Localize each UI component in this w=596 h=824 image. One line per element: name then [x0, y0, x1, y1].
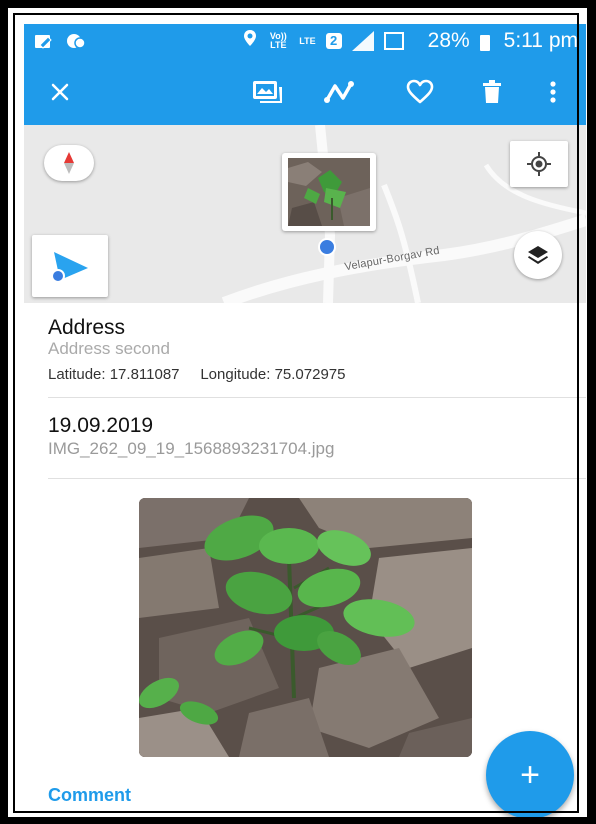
address-second: Address second — [48, 339, 170, 358]
address-title: Address — [48, 316, 126, 339]
layers-icon — [528, 246, 548, 264]
more-options-button[interactable] — [536, 59, 570, 125]
photo-filename: IMG_262_09_19_1568893231704.jpg — [48, 439, 335, 458]
coordinates: Latitude: 17.811087 Longitude: 75.072975 — [48, 366, 346, 383]
navigation-arrow-icon — [51, 252, 88, 283]
gallery-icon — [253, 81, 282, 103]
sim-slot-badge: 2 — [325, 33, 342, 49]
signal-strength-icon-2 — [383, 32, 404, 50]
close-icon — [51, 83, 69, 101]
route-icon — [324, 81, 354, 103]
status-bar: Vo)) LTE LTE 2 28% 5:11 pm — [24, 24, 586, 59]
close-button[interactable] — [38, 59, 82, 125]
map-view[interactable]: Velapur-Borgav Rd — [24, 125, 586, 303]
lte-indicator: LTE — [299, 35, 316, 46]
notification-edit-icon — [34, 32, 54, 55]
compass-icon — [64, 152, 74, 174]
navigation-mode-button[interactable] — [32, 235, 108, 297]
divider — [48, 397, 586, 398]
photo-preview[interactable] — [139, 498, 472, 757]
favorite-button[interactable] — [396, 59, 444, 125]
delete-button[interactable] — [470, 59, 514, 125]
battery-percent: 28% — [427, 29, 470, 52]
comment-link[interactable]: Comment — [48, 785, 131, 806]
photo-date: 19.09.2019 — [48, 414, 154, 437]
location-icon — [243, 29, 257, 53]
compass-button[interactable] — [44, 145, 94, 181]
app-toolbar — [24, 59, 586, 125]
divider — [48, 478, 586, 479]
signal-strength-icon — [351, 31, 374, 51]
volte-indicator: Vo)) LTE — [269, 31, 287, 50]
plant-photo — [139, 498, 472, 757]
photo-details: Address Address second Latitude: 17.8110… — [24, 303, 586, 819]
battery-icon — [479, 35, 490, 51]
location-marker-dot — [318, 238, 336, 256]
notification-chat-icon — [66, 32, 86, 55]
my-location-icon — [527, 152, 551, 176]
map-layers-button[interactable] — [514, 231, 562, 279]
photo-marker[interactable] — [282, 153, 376, 231]
clock: 5:11 pm — [503, 29, 578, 52]
delete-icon — [483, 80, 501, 103]
route-button[interactable] — [316, 59, 364, 125]
more-vert-icon — [550, 81, 556, 103]
my-location-button[interactable] — [510, 141, 568, 187]
photo-marker-thumbnail — [288, 158, 370, 226]
gallery-button[interactable] — [244, 59, 292, 125]
favorite-icon — [406, 79, 434, 104]
add-fab-button[interactable]: + — [486, 731, 574, 819]
